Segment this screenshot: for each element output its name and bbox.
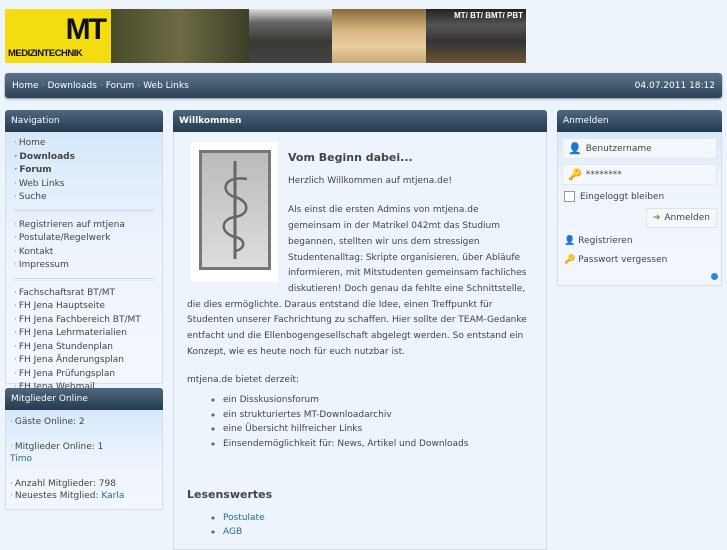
guests-online: · Gäste Online: 2 (10, 417, 85, 427)
banner-photo: MT/ BT/ BMT/ PBT (426, 9, 526, 63)
username-input[interactable]: 👤 Benutzername (562, 138, 717, 159)
remember-me[interactable]: Eingeloggt bleiben (564, 191, 715, 202)
nav-impressum[interactable]: · Impressum (14, 259, 154, 273)
postulate-link[interactable]: Postulate (223, 513, 265, 523)
site-banner[interactable]: MT MEDIZINTECHNIK MT/ BT/ BMT/ PBT (5, 9, 526, 63)
nav-external-link[interactable]: · FH Jena Prüfungsplan (14, 368, 154, 382)
banner-photo (332, 9, 426, 63)
offers-intro: mtjena.de bietet derzeit: (187, 375, 300, 386)
login-button[interactable]: ➔ Anmelden (645, 208, 717, 228)
list-item: ein strukturiertes MT-Downloadarchiv (223, 408, 533, 423)
topnav-weblinks[interactable]: Web Links (143, 81, 189, 91)
nav-downloads[interactable]: · Downloads (14, 151, 154, 165)
reading-heading: Lesenswertes (187, 488, 273, 502)
nav-suche[interactable]: · Suche (14, 191, 154, 205)
nav-weblinks[interactable]: · Web Links (14, 178, 154, 192)
topnav-downloads[interactable]: Downloads (47, 81, 96, 91)
nav-external-link[interactable]: · FH Jena Hauptseite (14, 300, 154, 314)
topnav-home[interactable]: Home (12, 81, 39, 91)
newest-member: · Neuestes Mitglied: Karla (10, 491, 125, 501)
banner-tagline: MT/ BT/ BMT/ PBT (454, 11, 523, 20)
aesculapian-image (190, 142, 278, 282)
datetime: 04.07.2011 18:12 (634, 80, 715, 91)
navigation-title: Navigation (5, 110, 163, 132)
login-panel: Anmelden 👤 Benutzername 🔑 ******** Eingelo… (557, 110, 722, 286)
reading-list: Postulate AGB (223, 511, 533, 540)
divider (14, 277, 154, 281)
offers-list: ein Disskusionsforum ein strukturiertes … (223, 393, 533, 451)
welcome-title: Willkommen (173, 110, 547, 132)
arrow-right-icon: ➔ (652, 213, 661, 223)
key-icon: 🔑 (564, 255, 576, 265)
members-online-panel: Mitglieder Online · Gäste Online: 2 · Mitg… (5, 388, 163, 510)
nav-external-link[interactable]: · Fachschaftsrat BT/MT (14, 287, 154, 301)
member-count: · Anzahl Mitglieder: 798 (10, 478, 116, 489)
nav-register[interactable]: · Registrieren auf mtjena (14, 219, 154, 233)
password-input[interactable]: 🔑 ******** (562, 164, 717, 185)
nav-external-link[interactable]: · FH Jena Stundenplan (14, 341, 154, 355)
nav-external-link[interactable]: · FH Jena Fachbereich BT/MT (14, 314, 154, 328)
banner-photo (249, 9, 332, 63)
forgot-password-link[interactable]: 🔑 Passwort vergessen (564, 255, 715, 265)
user-add-icon: 👤 (564, 236, 576, 246)
banner-photo (111, 9, 249, 63)
remember-checkbox[interactable] (564, 191, 575, 202)
list-item: eine Übersicht hilfreicher Links (223, 422, 533, 437)
nav-external-link[interactable]: · FH Jena Änderungsplan (14, 354, 154, 368)
agb-link[interactable]: AGB (223, 527, 242, 537)
logo: MT MEDIZINTECHNIK (5, 9, 111, 63)
nav-external-link[interactable]: · FH Jena Lehrmaterialien (14, 327, 154, 341)
welcome-panel: Willkommen Vom Beginn dabei... Herzlich … (173, 110, 547, 550)
newest-member-link[interactable]: Karla (101, 491, 124, 501)
nav-postulate[interactable]: · Postulate/Regelwerk (14, 232, 154, 246)
login-title: Anmelden (557, 110, 722, 132)
nav-kontakt[interactable]: · Kontakt (14, 246, 154, 260)
nav-forum[interactable]: · Forum (14, 164, 154, 178)
info-icon[interactable] (711, 273, 718, 280)
member-link[interactable]: Timo (10, 453, 158, 466)
topnav-forum[interactable]: Forum (106, 81, 135, 91)
user-icon: 👤 (568, 142, 582, 155)
key-icon: 🔑 (568, 168, 582, 181)
members-online: · Mitglieder Online: 1 (10, 441, 104, 452)
register-link[interactable]: 👤 Registrieren (564, 236, 715, 246)
list-item: ein Disskusionsforum (223, 393, 533, 408)
navigation-panel: Navigation · Home · Downloads · Forum · Web … (5, 110, 163, 392)
members-title: Mitglieder Online (5, 388, 163, 410)
nav-home[interactable]: · Home (14, 137, 154, 151)
divider (14, 209, 154, 213)
list-item: Einsendemöglichkeit für: News, Artikel u… (223, 437, 533, 452)
top-navbar: Home · Downloads · Forum · Web Links 04.07.… (5, 73, 722, 98)
